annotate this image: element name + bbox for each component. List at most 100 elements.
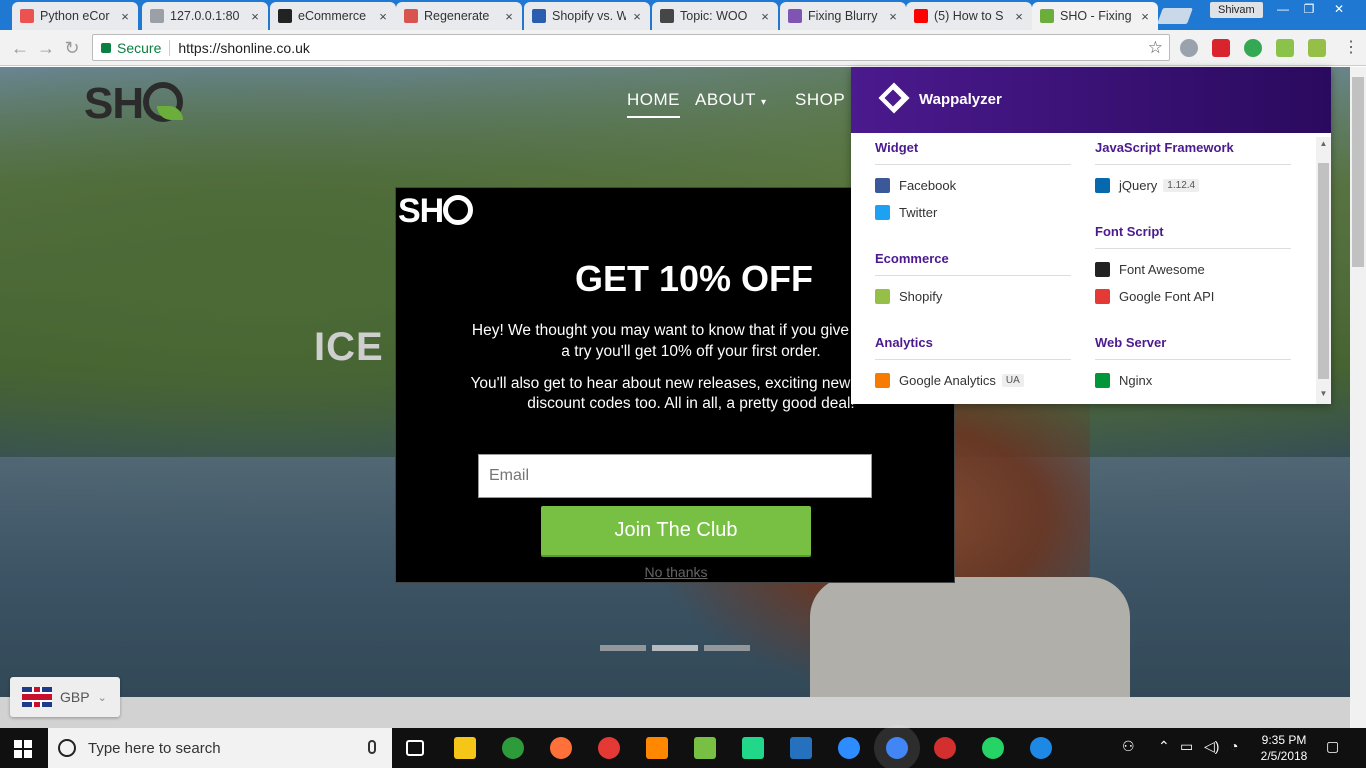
tab-strip: Python eCor × 127.0.0.1:80 × eCommerce × Regen… <box>0 0 1366 30</box>
profile-button[interactable]: Shivam <box>1210 2 1263 18</box>
slider-dot[interactable] <box>600 645 646 651</box>
close-tab-icon[interactable]: × <box>118 9 132 24</box>
detected-app[interactable]: Font Awesome <box>1095 262 1205 277</box>
category-heading[interactable]: Widget <box>875 140 918 155</box>
app-name: Nginx <box>1119 373 1153 388</box>
bookmark-star-icon[interactable]: ☆ <box>1148 38 1163 58</box>
new-tab-button[interactable] <box>1157 8 1193 24</box>
scroll-up-icon[interactable]: ▲ <box>1318 139 1329 148</box>
chrome-icon[interactable] <box>886 737 908 759</box>
address-bar[interactable]: Secure https://shonline.co.uk ☆ <box>92 34 1170 61</box>
minimize-icon[interactable]: — <box>1270 0 1296 18</box>
screen-recorder-icon[interactable] <box>934 737 956 759</box>
task-view-icon[interactable] <box>406 740 424 756</box>
reload-icon[interactable]: ↻ <box>62 38 82 58</box>
extension-shield-icon[interactable] <box>1180 39 1198 57</box>
tray-chevron-icon[interactable]: ⌃ <box>1158 738 1170 755</box>
category-heading[interactable]: Analytics <box>875 335 933 350</box>
close-tab-icon[interactable]: × <box>248 9 262 24</box>
category-heading[interactable]: Ecommerce <box>875 251 949 266</box>
scroll-down-icon[interactable]: ▼ <box>1318 389 1329 398</box>
browser-tab[interactable]: eCommerce × <box>270 2 396 30</box>
close-tab-icon[interactable]: × <box>630 9 644 24</box>
detected-app[interactable]: Facebook <box>875 178 956 193</box>
wordpress-icon <box>660 9 674 23</box>
microphone-icon[interactable] <box>368 740 376 754</box>
taskbar-clock[interactable]: 9:35 PM 2/5/2018 <box>1252 732 1316 764</box>
help-icon[interactable] <box>1030 737 1052 759</box>
cortana-icon <box>58 739 76 757</box>
site-logo[interactable]: SH <box>84 79 184 129</box>
chrome-menu-icon[interactable]: ⋮ <box>1343 38 1359 58</box>
detected-app[interactable]: Nginx <box>1095 373 1152 388</box>
close-tab-icon[interactable]: × <box>1012 9 1026 24</box>
browser-toolbar: ← → ↻ Secure https://shonline.co.uk ☆ ⋮ <box>0 30 1366 66</box>
url-text[interactable]: https://shonline.co.uk <box>178 40 310 56</box>
scroll-thumb[interactable] <box>1318 163 1329 379</box>
facebook-icon <box>875 178 890 193</box>
slider-dot-active[interactable] <box>652 645 698 651</box>
nav-shop[interactable]: SHOP <box>795 90 845 110</box>
close-window-icon[interactable]: ✕ <box>1326 0 1352 18</box>
currency-selector[interactable]: GBP ⌄ <box>10 677 120 717</box>
browser-tab[interactable]: SHO - Fixing × <box>1032 2 1158 30</box>
page-scrollbar[interactable] <box>1350 67 1366 728</box>
join-club-button[interactable]: Join The Club <box>541 506 811 555</box>
extension-check-icon[interactable] <box>1244 39 1262 57</box>
wappalyzer-title: Wappalyzer <box>919 91 1002 108</box>
close-tab-icon[interactable]: × <box>758 9 772 24</box>
notification-icon[interactable]: ▢ <box>1326 738 1339 755</box>
powershell-icon[interactable] <box>790 737 812 759</box>
browser-tab[interactable]: Regenerate × <box>396 2 522 30</box>
browser-tab[interactable]: 127.0.0.1:80 × <box>142 2 268 30</box>
browser-tab[interactable]: (5) How to S × <box>906 2 1032 30</box>
close-tab-icon[interactable]: × <box>1138 9 1152 24</box>
detected-app[interactable]: jQuery 1.12.4 <box>1095 178 1200 193</box>
wifi-icon[interactable]: ◔ <box>1230 738 1238 754</box>
pycharm-icon[interactable] <box>742 737 764 759</box>
jquery-icon <box>1095 178 1110 193</box>
firefox-icon[interactable] <box>550 737 572 759</box>
close-tab-icon[interactable]: × <box>376 9 390 24</box>
category-heading[interactable]: Font Script <box>1095 224 1164 239</box>
tomato-icon[interactable] <box>598 737 620 759</box>
utorrent-icon[interactable] <box>694 737 716 759</box>
volume-icon[interactable]: ◁) <box>1204 738 1219 755</box>
zoom-icon[interactable] <box>838 737 860 759</box>
uk-flag-icon <box>22 687 52 707</box>
forward-icon[interactable]: → <box>36 38 56 58</box>
detected-app[interactable]: Shopify <box>875 289 942 304</box>
browser-tab[interactable]: Shopify vs. W × <box>524 2 650 30</box>
maximize-icon[interactable]: ❐ <box>1296 0 1322 18</box>
windows-start-icon[interactable] <box>14 740 32 758</box>
browser-tab[interactable]: Python eCor × <box>12 2 138 30</box>
battery-icon[interactable]: ▭ <box>1180 738 1193 755</box>
udemy-icon <box>20 9 34 23</box>
extension-shopify-icon[interactable] <box>1308 39 1326 57</box>
browser-tab[interactable]: Fixing Blurry × <box>780 2 906 30</box>
globe-icon[interactable] <box>502 737 524 759</box>
vlc-icon[interactable] <box>646 737 668 759</box>
tab-label: eCommerce <box>298 9 367 23</box>
slider-dot[interactable] <box>704 645 750 651</box>
close-tab-icon[interactable]: × <box>502 9 516 24</box>
browser-tab[interactable]: Topic: WOO × <box>652 2 778 30</box>
detected-app[interactable]: Google Analytics UA <box>875 373 1024 388</box>
nav-home[interactable]: HOME <box>627 90 680 118</box>
people-icon[interactable]: ⚇ <box>1122 738 1135 755</box>
extension-pocket-icon[interactable] <box>1212 39 1230 57</box>
category-heading[interactable]: Web Server <box>1095 335 1166 350</box>
nav-about[interactable]: ABOUT ▾ <box>695 90 767 110</box>
extension-image-icon[interactable] <box>1276 39 1294 57</box>
category-heading[interactable]: JavaScript Framework <box>1095 140 1234 155</box>
close-tab-icon[interactable]: × <box>886 9 900 24</box>
whatsapp-icon[interactable] <box>982 737 1004 759</box>
back-icon[interactable]: ← <box>10 38 30 58</box>
page-icon <box>150 9 164 23</box>
taskbar-search[interactable]: Type here to search <box>48 728 392 768</box>
file-explorer-icon[interactable] <box>454 737 476 759</box>
detected-app[interactable]: Twitter <box>875 205 937 220</box>
detected-app[interactable]: Google Font API <box>1095 289 1214 304</box>
no-thanks-link[interactable]: No thanks <box>396 564 956 580</box>
email-field[interactable] <box>478 454 872 498</box>
